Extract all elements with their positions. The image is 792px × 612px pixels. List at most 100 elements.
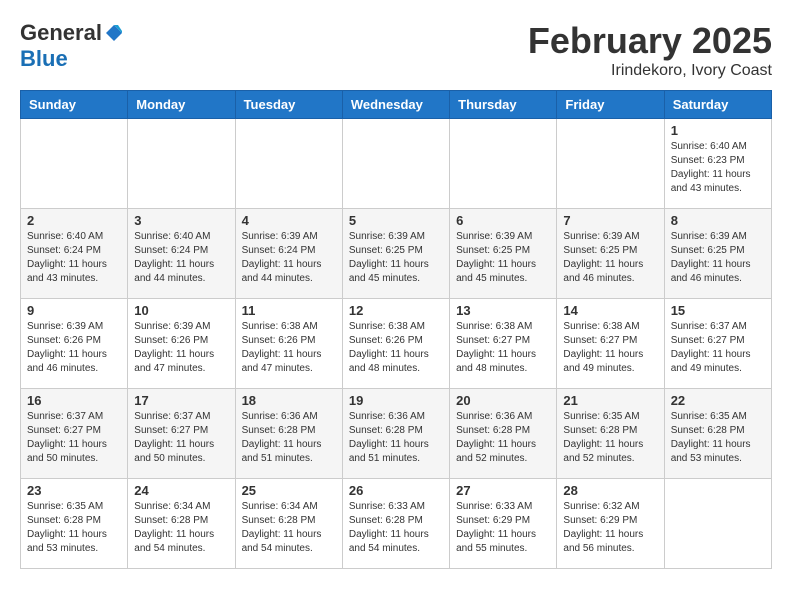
day-cell: 7Sunrise: 6:39 AM Sunset: 6:25 PM Daylig… — [557, 209, 664, 299]
day-cell: 1 Sunrise: 6:40 AM Sunset: 6:23 PM Daylig… — [664, 119, 771, 209]
day-cell: 17 Sunrise: 6:37 AM Sunset: 6:27 PM Dayli… — [128, 389, 235, 479]
day-number: 1 — [671, 123, 765, 138]
week-row-5: 23Sunrise: 6:35 AM Sunset: 6:28 PM Dayli… — [21, 479, 772, 569]
day-cell — [21, 119, 128, 209]
weekday-header-wednesday: Wednesday — [342, 91, 449, 119]
day-info: Sunrise: 6:40 AM Sunset: 6:24 PM Dayligh… — [27, 230, 121, 286]
day-info: Sunrise: 6:39 AM Sunset: 6:25 PM Dayligh… — [349, 230, 443, 286]
day-number: 8 — [671, 213, 765, 228]
day-number: 14 — [563, 303, 657, 318]
day-number: 22 — [671, 393, 765, 408]
day-cell — [557, 119, 664, 209]
day-info: Sunrise: 6:38 AM Sunset: 6:27 PM Dayligh… — [563, 320, 657, 376]
day-info: Sunrise: 6:40 AM Sunset: 6:23 PM Dayligh… — [671, 140, 765, 196]
day-number: 16 — [27, 393, 121, 408]
day-info: Sunrise: 6:39 AM Sunset: 6:24 PM Dayligh… — [242, 230, 336, 286]
day-number: 20 — [456, 393, 550, 408]
logo-icon — [104, 23, 124, 43]
day-cell: 9 Sunrise: 6:39 AM Sunset: 6:26 PM Daylig… — [21, 299, 128, 389]
day-info: Sunrise: 6:34 AM Sunset: 6:28 PM Dayligh… — [134, 500, 228, 556]
day-cell — [235, 119, 342, 209]
day-number: 15 — [671, 303, 765, 318]
day-number: 24 — [134, 483, 228, 498]
day-info: Sunrise: 6:39 AM Sunset: 6:25 PM Dayligh… — [456, 230, 550, 286]
day-number: 9 — [27, 303, 121, 318]
day-info: Sunrise: 6:37 AM Sunset: 6:27 PM Dayligh… — [671, 320, 765, 376]
day-info: Sunrise: 6:33 AM Sunset: 6:28 PM Dayligh… — [349, 500, 443, 556]
day-cell: 19 Sunrise: 6:36 AM Sunset: 6:28 PM Dayli… — [342, 389, 449, 479]
day-cell — [664, 479, 771, 569]
location-title: Irindekoro, Ivory Coast — [528, 62, 772, 80]
day-info: Sunrise: 6:35 AM Sunset: 6:28 PM Dayligh… — [563, 410, 657, 466]
day-info: Sunrise: 6:39 AM Sunset: 6:26 PM Dayligh… — [134, 320, 228, 376]
day-info: Sunrise: 6:35 AM Sunset: 6:28 PM Dayligh… — [671, 410, 765, 466]
day-cell: 4 Sunrise: 6:39 AM Sunset: 6:24 PM Daylig… — [235, 209, 342, 299]
logo: General Blue — [20, 20, 124, 72]
weekday-header-sunday: Sunday — [21, 91, 128, 119]
day-cell: 26 Sunrise: 6:33 AM Sunset: 6:28 PM Dayli… — [342, 479, 449, 569]
day-cell: 28 Sunrise: 6:32 AM Sunset: 6:29 PM Dayli… — [557, 479, 664, 569]
day-cell: 21 Sunrise: 6:35 AM Sunset: 6:28 PM Dayli… — [557, 389, 664, 479]
week-row-3: 9 Sunrise: 6:39 AM Sunset: 6:26 PM Daylig… — [21, 299, 772, 389]
day-number: 5 — [349, 213, 443, 228]
day-cell: 15 Sunrise: 6:37 AM Sunset: 6:27 PM Dayli… — [664, 299, 771, 389]
day-number: 17 — [134, 393, 228, 408]
day-info: Sunrise: 6:40 AM Sunset: 6:24 PM Dayligh… — [134, 230, 228, 286]
day-number: 26 — [349, 483, 443, 498]
day-cell: 2Sunrise: 6:40 AM Sunset: 6:24 PM Daylig… — [21, 209, 128, 299]
weekday-header-thursday: Thursday — [450, 91, 557, 119]
day-info: Sunrise: 6:38 AM Sunset: 6:27 PM Dayligh… — [456, 320, 550, 376]
day-info: Sunrise: 6:32 AM Sunset: 6:29 PM Dayligh… — [563, 500, 657, 556]
day-cell: 6 Sunrise: 6:39 AM Sunset: 6:25 PM Daylig… — [450, 209, 557, 299]
day-cell: 12 Sunrise: 6:38 AM Sunset: 6:26 PM Dayli… — [342, 299, 449, 389]
day-info: Sunrise: 6:39 AM Sunset: 6:25 PM Dayligh… — [563, 230, 657, 286]
day-number: 28 — [563, 483, 657, 498]
day-number: 19 — [349, 393, 443, 408]
week-row-4: 16 Sunrise: 6:37 AM Sunset: 6:27 PM Dayli… — [21, 389, 772, 479]
day-cell: 11Sunrise: 6:38 AM Sunset: 6:26 PM Dayli… — [235, 299, 342, 389]
day-number: 13 — [456, 303, 550, 318]
day-cell: 23Sunrise: 6:35 AM Sunset: 6:28 PM Dayli… — [21, 479, 128, 569]
day-info: Sunrise: 6:35 AM Sunset: 6:28 PM Dayligh… — [27, 500, 121, 556]
weekday-header-friday: Friday — [557, 91, 664, 119]
day-cell: 5 Sunrise: 6:39 AM Sunset: 6:25 PM Daylig… — [342, 209, 449, 299]
day-number: 3 — [134, 213, 228, 228]
day-number: 6 — [456, 213, 550, 228]
day-cell: 16Sunrise: 6:37 AM Sunset: 6:27 PM Dayli… — [21, 389, 128, 479]
day-info: Sunrise: 6:37 AM Sunset: 6:27 PM Dayligh… — [134, 410, 228, 466]
day-info: Sunrise: 6:39 AM Sunset: 6:26 PM Dayligh… — [27, 320, 121, 376]
header: General Blue February 2025 Irindekoro, I… — [20, 20, 772, 80]
day-info: Sunrise: 6:36 AM Sunset: 6:28 PM Dayligh… — [242, 410, 336, 466]
day-info: Sunrise: 6:33 AM Sunset: 6:29 PM Dayligh… — [456, 500, 550, 556]
title-area: February 2025 Irindekoro, Ivory Coast — [528, 20, 772, 80]
day-number: 4 — [242, 213, 336, 228]
day-info: Sunrise: 6:36 AM Sunset: 6:28 PM Dayligh… — [349, 410, 443, 466]
day-info: Sunrise: 6:38 AM Sunset: 6:26 PM Dayligh… — [349, 320, 443, 376]
day-number: 18 — [242, 393, 336, 408]
month-title: February 2025 — [528, 20, 772, 62]
day-number: 27 — [456, 483, 550, 498]
day-cell — [342, 119, 449, 209]
day-cell: 10Sunrise: 6:39 AM Sunset: 6:26 PM Dayli… — [128, 299, 235, 389]
day-info: Sunrise: 6:36 AM Sunset: 6:28 PM Dayligh… — [456, 410, 550, 466]
day-number: 11 — [242, 303, 336, 318]
weekday-header-tuesday: Tuesday — [235, 91, 342, 119]
day-cell: 22 Sunrise: 6:35 AM Sunset: 6:28 PM Dayli… — [664, 389, 771, 479]
day-cell: 13 Sunrise: 6:38 AM Sunset: 6:27 PM Dayli… — [450, 299, 557, 389]
day-cell: 27 Sunrise: 6:33 AM Sunset: 6:29 PM Dayli… — [450, 479, 557, 569]
day-cell: 20 Sunrise: 6:36 AM Sunset: 6:28 PM Dayli… — [450, 389, 557, 479]
logo-general-text: General — [20, 20, 102, 46]
day-cell — [450, 119, 557, 209]
day-cell: 24 Sunrise: 6:34 AM Sunset: 6:28 PM Dayli… — [128, 479, 235, 569]
calendar: SundayMondayTuesdayWednesdayThursdayFrid… — [20, 90, 772, 569]
day-cell: 18 Sunrise: 6:36 AM Sunset: 6:28 PM Dayli… — [235, 389, 342, 479]
day-number: 12 — [349, 303, 443, 318]
week-row-2: 2Sunrise: 6:40 AM Sunset: 6:24 PM Daylig… — [21, 209, 772, 299]
day-number: 21 — [563, 393, 657, 408]
week-row-1: 1 Sunrise: 6:40 AM Sunset: 6:23 PM Daylig… — [21, 119, 772, 209]
logo-blue-text: Blue — [20, 46, 68, 72]
day-cell — [128, 119, 235, 209]
weekday-header-saturday: Saturday — [664, 91, 771, 119]
day-cell: 3 Sunrise: 6:40 AM Sunset: 6:24 PM Daylig… — [128, 209, 235, 299]
day-cell: 14 Sunrise: 6:38 AM Sunset: 6:27 PM Dayli… — [557, 299, 664, 389]
